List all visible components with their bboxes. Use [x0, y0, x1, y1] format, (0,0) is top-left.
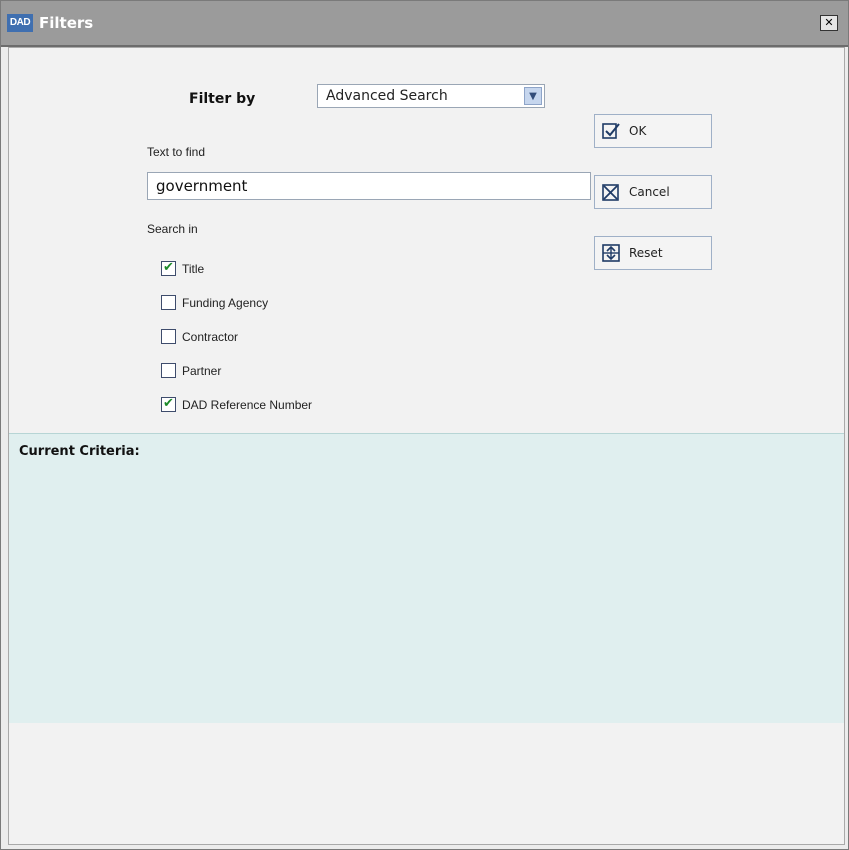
- checkbox-box[interactable]: ✔: [161, 260, 176, 276]
- close-button[interactable]: ✕: [820, 15, 838, 31]
- ok-button[interactable]: OK: [594, 114, 712, 148]
- checkbox-box[interactable]: ✔: [161, 396, 176, 412]
- current-criteria-title: Current Criteria:: [19, 444, 140, 459]
- checkbox-label: Partner: [182, 364, 222, 378]
- dialog-content: Filter by Advanced Search ▼ Text to find…: [8, 47, 845, 845]
- filters-dialog: DAD Filters ✕ Filter by Advanced Search …: [0, 0, 849, 850]
- filter-by-select[interactable]: Advanced Search ▼: [317, 84, 545, 108]
- title-bar[interactable]: DAD Filters ✕: [1, 1, 848, 47]
- current-criteria-panel: Current Criteria:: [9, 433, 844, 723]
- ok-icon: [602, 123, 620, 139]
- cancel-button[interactable]: Cancel: [594, 175, 712, 209]
- filter-by-value: Advanced Search: [326, 88, 448, 104]
- checkbox-box[interactable]: [161, 363, 176, 378]
- text-to-find-input[interactable]: [147, 172, 591, 200]
- checkbox-label: Title: [182, 262, 205, 276]
- check-icon: ✔: [163, 396, 174, 411]
- reset-icon: [602, 244, 620, 262]
- search-in-label: Search in: [147, 222, 198, 236]
- checkbox-box[interactable]: [161, 329, 176, 344]
- chevron-down-icon[interactable]: ▼: [524, 87, 542, 105]
- filter-by-label: Filter by: [189, 91, 256, 107]
- checkbox-label: Funding Agency: [182, 296, 269, 310]
- ok-button-label: OK: [629, 124, 647, 138]
- checkbox-label: Contractor: [182, 330, 239, 344]
- cancel-icon: [602, 184, 619, 201]
- cancel-button-label: Cancel: [629, 185, 670, 199]
- checkbox-box[interactable]: [161, 295, 176, 310]
- reset-button-label: Reset: [629, 246, 663, 260]
- text-to-find-label: Text to find: [147, 145, 206, 159]
- window-title: Filters: [39, 14, 94, 32]
- checkbox-label: DAD Reference Number: [182, 398, 313, 412]
- reset-button[interactable]: Reset: [594, 236, 712, 270]
- dad-app-icon: DAD: [7, 14, 33, 32]
- check-icon: ✔: [163, 260, 174, 275]
